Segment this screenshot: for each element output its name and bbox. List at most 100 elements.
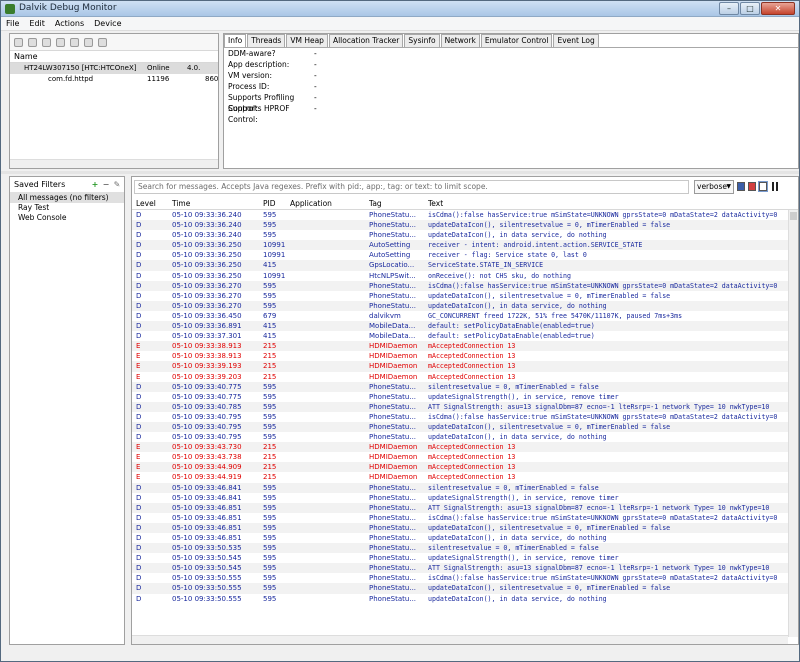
- tab-network[interactable]: Network: [440, 34, 480, 47]
- col-time[interactable]: Time: [172, 198, 263, 209]
- process-row[interactable]: com.fd.httpd 11196 860: [10, 74, 218, 85]
- log-row[interactable]: E 05-10 09:33:44.919 215 HDMIDaemon mAccepte…: [132, 472, 788, 482]
- show-saved-filters-icon[interactable]: [758, 181, 768, 192]
- log-time: 05-10 09:33:36.250: [172, 241, 242, 250]
- log-row[interactable]: D 05-10 09:33:36.250 415 GpsLocatio... Servi…: [132, 260, 788, 271]
- log-application: [290, 372, 369, 382]
- debug-process-icon[interactable]: [14, 37, 23, 47]
- menu-file[interactable]: File: [1, 17, 24, 30]
- log-row[interactable]: D 05-10 09:33:46.841 595 PhoneStatu... silen…: [132, 482, 788, 493]
- devices-column-name[interactable]: Name: [10, 51, 218, 63]
- log-row[interactable]: D 05-10 09:33:36.240 595 PhoneStatu... updat…: [132, 220, 788, 231]
- cause-gc-icon[interactable]: [56, 37, 65, 47]
- close-button[interactable]: ✕: [761, 2, 795, 15]
- save-log-icon[interactable]: [737, 182, 745, 191]
- log-application: [290, 422, 369, 432]
- log-level: D: [136, 584, 142, 593]
- log-row[interactable]: D 05-10 09:33:40.775 595 PhoneStatu... silen…: [132, 381, 788, 392]
- log-row[interactable]: D 05-10 09:33:46.841 595 PhoneStatu... updat…: [132, 493, 788, 503]
- tab-vm-heap[interactable]: VM Heap: [286, 34, 328, 47]
- log-row[interactable]: D 05-10 09:33:36.450 679 dalvikvm GC_CONCURR…: [132, 311, 788, 321]
- log-time: 05-10 09:33:39.193: [172, 362, 242, 371]
- log-row[interactable]: D 05-10 09:33:36.270 595 PhoneStatu... updat…: [132, 291, 788, 301]
- log-row[interactable]: D 05-10 09:33:46.851 595 PhoneStatu... isCdm…: [132, 513, 788, 523]
- tab-allocation-tracker[interactable]: Allocation Tracker: [328, 34, 404, 47]
- log-row[interactable]: D 05-10 09:33:36.891 415 MobileData... defau…: [132, 321, 788, 332]
- update-heap-icon[interactable]: [28, 37, 37, 47]
- log-row[interactable]: D 05-10 09:33:46.851 595 PhoneStatu... ATT S…: [132, 502, 788, 513]
- log-row[interactable]: D 05-10 09:33:50.555 595 PhoneStatu... updat…: [132, 583, 788, 594]
- col-level[interactable]: Level: [132, 198, 172, 209]
- remove-filter-icon[interactable]: −: [102, 180, 110, 189]
- log-row[interactable]: D 05-10 09:33:36.270 595 PhoneStatu... isCdm…: [132, 280, 788, 291]
- log-row[interactable]: D 05-10 09:33:46.851 595 PhoneStatu... updat…: [132, 522, 788, 533]
- log-row[interactable]: D 05-10 09:33:40.795 595 PhoneStatu... updat…: [132, 421, 788, 433]
- log-row[interactable]: E 05-10 09:33:38.913 215 HDMIDaemon mAccepte…: [132, 341, 788, 352]
- log-row[interactable]: E 05-10 09:33:44.909 215 HDMIDaemon mAccepte…: [132, 462, 788, 473]
- log-time: 05-10 09:33:38.913: [172, 342, 242, 351]
- log-row[interactable]: D 05-10 09:33:36.250 10991 AutoSetting recei…: [132, 240, 788, 251]
- log-row[interactable]: D 05-10 09:33:36.240 595 PhoneStatu... isCdm…: [132, 210, 788, 220]
- tab-info[interactable]: Info: [224, 34, 247, 47]
- tab-emulator-control[interactable]: Emulator Control: [480, 34, 553, 47]
- log-tag: PhoneStatu...: [369, 301, 417, 310]
- device-row[interactable]: HT24LW307150 [HTC:HTCOneX] Online 4.0.: [10, 63, 218, 74]
- filter-item-web-console[interactable]: Web Console: [10, 213, 124, 223]
- log-row[interactable]: E 05-10 09:33:43.738 215 HDMIDaemon mAccepte…: [132, 452, 788, 462]
- log-time: 05-10 09:33:43.730: [172, 443, 242, 452]
- tab-threads[interactable]: Threads: [247, 34, 286, 47]
- log-message: updateDataIcon(), silentresetvalue = 0, …: [428, 584, 671, 593]
- log-level: D: [136, 574, 142, 583]
- col-tag[interactable]: Tag: [369, 198, 428, 209]
- log-row[interactable]: D 05-10 09:33:36.250 10991 AutoSetting recei…: [132, 250, 788, 260]
- col-application[interactable]: Application: [290, 198, 369, 209]
- log-row[interactable]: D 05-10 09:33:37.301 415 MobileData... defau…: [132, 331, 788, 341]
- log-row[interactable]: D 05-10 09:33:50.555 595 PhoneStatu... updat…: [132, 594, 788, 604]
- pause-icon[interactable]: [772, 182, 779, 191]
- log-horizontal-scrollbar[interactable]: [132, 635, 788, 644]
- update-threads-icon[interactable]: [70, 37, 79, 47]
- log-row[interactable]: D 05-10 09:33:40.795 595 PhoneStatu... isCdm…: [132, 412, 788, 422]
- log-row[interactable]: D 05-10 09:33:40.785 595 PhoneStatu... ATT S…: [132, 401, 788, 412]
- menu-device[interactable]: Device: [89, 17, 126, 30]
- clear-log-icon[interactable]: [748, 182, 756, 191]
- filter-item-ray-test[interactable]: Ray Test: [10, 203, 124, 213]
- log-row[interactable]: D 05-10 09:33:40.795 595 PhoneStatu... updat…: [132, 432, 788, 442]
- log-row[interactable]: E 05-10 09:33:39.193 215 HDMIDaemon mAccepte…: [132, 361, 788, 372]
- edit-filter-icon[interactable]: ✎: [113, 180, 121, 189]
- log-row[interactable]: D 05-10 09:33:50.555 595 PhoneStatu... isCdm…: [132, 573, 788, 583]
- tab-sysinfo[interactable]: Sysinfo: [404, 34, 440, 47]
- log-vertical-scrollbar[interactable]: [788, 210, 798, 637]
- filter-item-all-messages[interactable]: All messages (no filters): [10, 193, 124, 203]
- log-row[interactable]: E 05-10 09:33:38.913 215 HDMIDaemon mAccepte…: [132, 351, 788, 361]
- log-row[interactable]: D 05-10 09:33:40.775 595 PhoneStatu... updat…: [132, 392, 788, 402]
- log-row[interactable]: D 05-10 09:33:50.545 595 PhoneStatu... ATT S…: [132, 563, 788, 574]
- log-row[interactable]: D 05-10 09:33:36.250 10991 HtcNLPSwit... onR…: [132, 271, 788, 281]
- log-row[interactable]: D 05-10 09:33:50.535 595 PhoneStatu... silen…: [132, 543, 788, 554]
- menu-actions[interactable]: Actions: [50, 17, 89, 30]
- log-level: D: [136, 271, 142, 280]
- log-level-select[interactable]: verbose ▼: [694, 180, 734, 194]
- tab-event-log[interactable]: Event Log: [553, 34, 599, 47]
- log-search-input[interactable]: Search for messages. Accepts Java regexe…: [134, 180, 689, 194]
- pane-splitter[interactable]: [1, 171, 799, 174]
- log-row[interactable]: D 05-10 09:33:46.851 595 PhoneStatu... updat…: [132, 533, 788, 543]
- stop-process-icon[interactable]: [98, 37, 107, 47]
- log-row[interactable]: D 05-10 09:33:36.240 595 PhoneStatu... updat…: [132, 230, 788, 240]
- minimize-button[interactable]: –: [719, 2, 739, 15]
- log-row[interactable]: E 05-10 09:33:43.730 215 HDMIDaemon mAccepte…: [132, 442, 788, 453]
- col-pid[interactable]: PID: [263, 198, 290, 209]
- maximize-button[interactable]: □: [740, 2, 760, 15]
- col-text[interactable]: Text: [428, 198, 788, 209]
- scrollbar-thumb[interactable]: [790, 212, 797, 220]
- start-profiling-icon[interactable]: [84, 37, 93, 47]
- log-row[interactable]: E 05-10 09:33:39.203 215 HDMIDaemon mAccepte…: [132, 372, 788, 382]
- add-filter-icon[interactable]: +: [91, 180, 99, 189]
- log-time: 05-10 09:33:44.919: [172, 473, 242, 482]
- menu-edit[interactable]: Edit: [24, 17, 50, 30]
- log-level: D: [136, 554, 142, 563]
- log-row[interactable]: D 05-10 09:33:50.545 595 PhoneStatu... updat…: [132, 553, 788, 563]
- log-row[interactable]: D 05-10 09:33:36.270 595 PhoneStatu... updat…: [132, 300, 788, 311]
- dump-hprof-icon[interactable]: [42, 37, 51, 47]
- devices-horizontal-scrollbar[interactable]: [10, 159, 218, 168]
